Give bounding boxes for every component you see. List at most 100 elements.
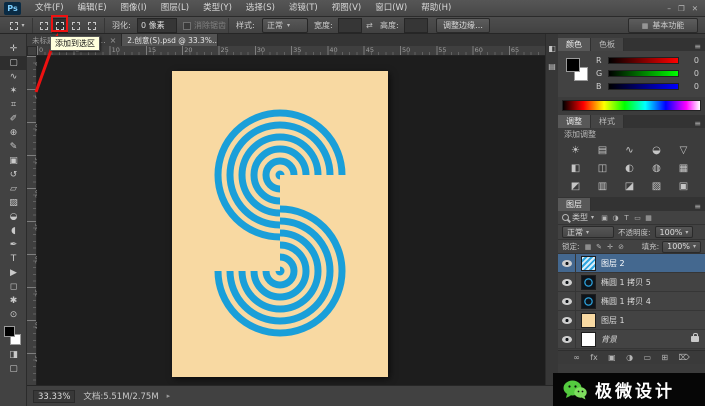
close-button[interactable]: ✕ — [692, 4, 698, 13]
channel-slider[interactable] — [608, 57, 679, 64]
exposure-icon[interactable]: ◒ — [643, 141, 670, 159]
feather-input[interactable]: 0 像素 — [137, 18, 177, 33]
channel-value[interactable]: 0 — [683, 69, 699, 78]
quick-selection-tool[interactable]: ✶ — [0, 84, 27, 98]
menu-item-1[interactable]: 编辑(E) — [71, 0, 114, 16]
layer-mask-icon[interactable]: ▣ — [608, 353, 616, 362]
layer-row[interactable]: 图层 1 — [558, 311, 705, 330]
levels-icon[interactable]: ▤ — [589, 141, 616, 159]
black-white-icon[interactable]: ◐ — [616, 159, 643, 177]
blur-tool[interactable]: ◒ — [0, 210, 27, 224]
blend-mode-dropdown[interactable]: 正常 ▾ — [562, 226, 614, 238]
posterize-icon[interactable]: ▥ — [589, 177, 616, 195]
swap-dimensions-icon[interactable]: ⇄ — [366, 18, 373, 33]
horizontal-ruler[interactable]: 05101520253035404550556065 — [37, 46, 545, 56]
photo-filter-icon[interactable]: ◍ — [643, 159, 670, 177]
tab-color-0[interactable]: 颜色 — [558, 38, 591, 51]
pen-tool[interactable]: ✒ — [0, 238, 27, 252]
new-selection-button[interactable] — [36, 18, 52, 33]
path-selection-tool[interactable]: ▶ — [0, 266, 27, 280]
zoom-tool[interactable]: ⊙ — [0, 308, 27, 322]
history-panel-icon[interactable]: ◧ — [546, 42, 558, 54]
menu-item-6[interactable]: 滤镜(T) — [282, 0, 325, 16]
menu-item-9[interactable]: 帮助(H) — [414, 0, 458, 16]
move-tool[interactable]: ✛ — [0, 42, 27, 56]
rectangular-marquee-tool[interactable]: ▢ — [0, 56, 27, 70]
screen-mode-button[interactable]: ▢ — [0, 362, 27, 376]
layer-row[interactable]: 椭圆 1 拷贝 5 — [558, 273, 705, 292]
fill-dropdown[interactable]: 100% ▾ — [662, 240, 701, 253]
layer-thumbnail[interactable] — [581, 293, 596, 309]
channel-value[interactable]: 0 — [683, 56, 699, 65]
filter-pixel-icon[interactable]: ▣ — [599, 214, 610, 222]
visibility-toggle[interactable] — [558, 292, 576, 310]
lock-position-icon[interactable]: ✛ — [605, 243, 616, 251]
curves-icon[interactable]: ∿ — [616, 141, 643, 159]
close-tab-icon[interactable]: × — [110, 36, 117, 45]
menu-item-0[interactable]: 文件(F) — [28, 0, 71, 16]
visibility-toggle[interactable] — [558, 330, 576, 348]
link-layers-icon[interactable]: ∞ — [573, 353, 580, 362]
layer-thumbnail[interactable] — [581, 274, 596, 290]
foreground-color-swatch[interactable] — [566, 58, 580, 72]
visibility-toggle[interactable] — [558, 254, 576, 272]
color-balance-icon[interactable]: ◫ — [589, 159, 616, 177]
invert-icon[interactable]: ◩ — [562, 177, 589, 195]
intersect-selection-button[interactable] — [84, 18, 100, 33]
clone-stamp-tool[interactable]: ▣ — [0, 154, 27, 168]
quick-mask-button[interactable]: ◨ — [0, 348, 27, 362]
tool-preset-picker[interactable]: ▾ — [3, 18, 33, 33]
workspace-switcher[interactable]: ▦ 基本功能 — [628, 18, 698, 33]
brightness-contrast-icon[interactable]: ☀ — [562, 141, 589, 159]
filter-adjustment-icon[interactable]: ◑ — [610, 214, 621, 222]
type-tool[interactable]: T — [0, 252, 27, 266]
visibility-toggle[interactable] — [558, 311, 576, 329]
minimize-button[interactable]: – — [667, 4, 671, 13]
status-menu-arrow-icon[interactable]: ▸ — [167, 392, 171, 400]
history-brush-tool[interactable]: ↺ — [0, 168, 27, 182]
channel-slider[interactable] — [608, 70, 679, 77]
canvas-area[interactable] — [37, 56, 545, 385]
gradient-map-icon[interactable]: ▨ — [643, 177, 670, 195]
menu-item-3[interactable]: 图层(L) — [154, 0, 196, 16]
filter-shape-icon[interactable]: ▭ — [632, 214, 643, 222]
zoom-level-input[interactable]: 33.33% — [33, 389, 76, 403]
vibrance-icon[interactable]: ▽ — [670, 141, 697, 159]
brush-tool[interactable]: ✎ — [0, 140, 27, 154]
layer-thumbnail[interactable] — [581, 331, 596, 347]
foreground-color-swatch[interactable] — [4, 326, 15, 337]
channel-value[interactable]: 0 — [683, 82, 699, 91]
opacity-dropdown[interactable]: 100% ▾ — [654, 226, 694, 238]
layer-row[interactable]: 椭圆 1 拷贝 4 — [558, 292, 705, 311]
eraser-tool[interactable]: ▱ — [0, 182, 27, 196]
crop-tool[interactable]: ⌗ — [0, 98, 27, 112]
panel-menu-icon[interactable]: ≡ — [690, 202, 705, 211]
layer-row[interactable]: 背景 — [558, 330, 705, 349]
width-input[interactable] — [338, 18, 362, 33]
filter-smart-icon[interactable]: ▦ — [643, 214, 654, 222]
new-layer-icon[interactable]: ⊞ — [661, 353, 668, 362]
menu-item-7[interactable]: 视图(V) — [325, 0, 368, 16]
lock-all-icon[interactable]: ⊘ — [616, 243, 627, 251]
subtract-from-selection-button[interactable] — [68, 18, 84, 33]
shape-tool[interactable]: ◻ — [0, 280, 27, 294]
lock-transparency-icon[interactable]: ▦ — [583, 243, 594, 251]
healing-brush-tool[interactable]: ⊕ — [0, 126, 27, 140]
layer-thumbnail[interactable] — [581, 255, 596, 271]
tab-adjustments-0[interactable]: 调整 — [558, 115, 591, 128]
layer-thumbnail[interactable] — [581, 312, 596, 328]
menu-item-2[interactable]: 图像(I) — [114, 0, 154, 16]
hue-saturation-icon[interactable]: ◧ — [562, 159, 589, 177]
layer-style-icon[interactable]: fx — [590, 353, 598, 362]
color-spectrum-ramp[interactable] — [562, 100, 701, 111]
delete-layer-icon[interactable]: ⌦ — [678, 353, 689, 362]
height-input[interactable] — [404, 18, 428, 33]
selective-color-icon[interactable]: ▣ — [670, 177, 697, 195]
eyedropper-tool[interactable]: ✐ — [0, 112, 27, 126]
hand-tool[interactable]: ✱ — [0, 294, 27, 308]
vertical-ruler[interactable]: 051015202530354045 — [27, 56, 42, 385]
tab-adjustments-1[interactable]: 样式 — [591, 115, 624, 128]
chevron-down-icon[interactable]: ▾ — [591, 214, 594, 221]
channel-slider[interactable] — [608, 83, 679, 90]
document-artboard[interactable] — [172, 71, 388, 377]
